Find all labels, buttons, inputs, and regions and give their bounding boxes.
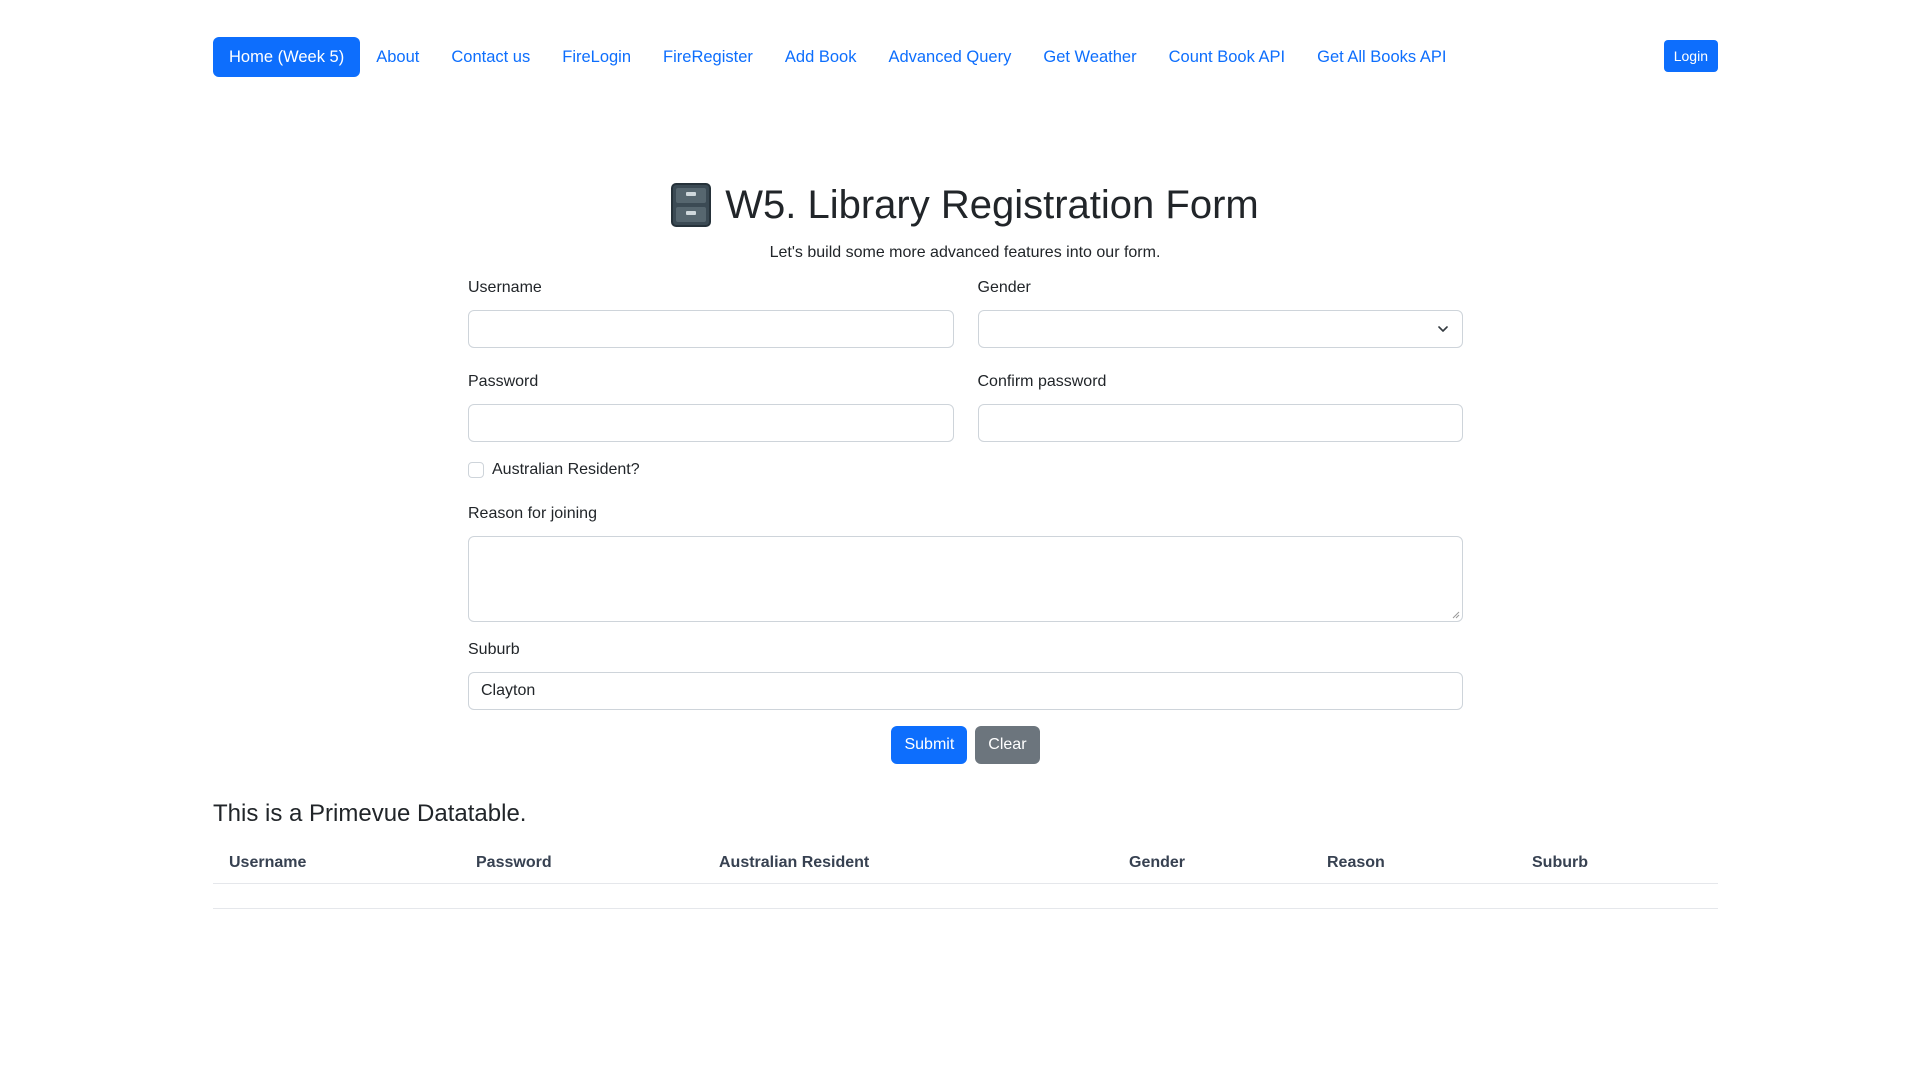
nav-item-fireregister[interactable]: FireRegister xyxy=(647,37,769,77)
clear-button[interactable]: Clear xyxy=(975,726,1040,764)
confirm-password-input[interactable] xyxy=(977,404,1463,442)
reason-textarea[interactable] xyxy=(468,536,1463,622)
username-label: Username xyxy=(468,279,542,296)
nav-item-home[interactable]: Home (Week 5) xyxy=(213,37,361,77)
australian-resident-label[interactable]: Australian Resident? xyxy=(492,458,640,482)
column-header-password[interactable]: Password xyxy=(460,854,703,872)
column-header-suburb[interactable]: Suburb xyxy=(1516,854,1716,872)
confirm-password-label: Confirm password xyxy=(977,373,1107,390)
nav-item-get-all-books-api[interactable]: Get All Books API xyxy=(1301,37,1462,77)
gender-group: Gender xyxy=(977,276,1463,348)
datatable-section: This is a Primevue Datatable. Username P… xyxy=(213,796,1718,909)
nav-item-advanced-query[interactable]: Advanced Query xyxy=(872,37,1027,77)
column-header-username[interactable]: Username xyxy=(213,854,460,872)
confirm-password-group: Confirm password xyxy=(977,370,1463,442)
username-group: Username xyxy=(468,276,954,348)
username-input[interactable] xyxy=(468,310,954,348)
file-cabinet-icon xyxy=(671,183,712,227)
page-subtitle: Let's build some more advanced features … xyxy=(769,244,1161,261)
reason-label: Reason for joining xyxy=(468,505,597,522)
nav-item-firelogin[interactable]: FireLogin xyxy=(546,37,647,77)
registration-form: Username Gender Password Confirm passwor… xyxy=(468,276,1463,764)
nav-item-about[interactable]: About xyxy=(360,37,435,77)
australian-resident-checkbox[interactable] xyxy=(468,462,484,478)
suburb-group: Suburb Clayton xyxy=(468,638,1463,710)
column-header-reason[interactable]: Reason xyxy=(1311,854,1516,872)
datatable-empty-body xyxy=(213,884,1718,909)
form-row-2: Password Confirm password xyxy=(468,370,1463,442)
form-actions: Submit Clear xyxy=(468,726,1463,764)
gender-select[interactable] xyxy=(977,310,1463,348)
resident-check-row: Australian Resident? xyxy=(468,458,1463,482)
gender-label: Gender xyxy=(977,279,1031,296)
column-header-gender[interactable]: Gender xyxy=(1113,854,1311,872)
password-label: Password xyxy=(468,373,539,390)
password-input[interactable] xyxy=(468,404,954,442)
page-title-text: W5. Library Registration Form xyxy=(725,183,1259,227)
page-header: W5. Library Registration Form Let's buil… xyxy=(0,176,1920,264)
nav-links: Home (Week 5) About Contact us FireLogin… xyxy=(213,37,1718,77)
form-row-1: Username Gender xyxy=(468,276,1463,348)
resize-grip-icon[interactable] xyxy=(1452,611,1460,619)
datatable-heading: This is a Primevue Datatable. xyxy=(213,800,527,827)
login-button[interactable]: Login xyxy=(1663,40,1718,72)
reason-group: Reason for joining xyxy=(468,502,1463,622)
nav-item-count-book-api[interactable]: Count Book API xyxy=(1153,37,1302,77)
submit-button[interactable]: Submit xyxy=(891,726,968,764)
suburb-input[interactable]: Clayton xyxy=(468,672,1463,710)
password-group: Password xyxy=(468,370,954,442)
nav-item-get-weather[interactable]: Get Weather xyxy=(1027,37,1152,77)
suburb-label: Suburb xyxy=(468,641,520,658)
page-title: W5. Library Registration Form xyxy=(671,176,1259,234)
chevron-down-icon xyxy=(1438,326,1448,332)
column-header-australian-resident[interactable]: Australian Resident xyxy=(703,854,1113,872)
nav-item-contact-us[interactable]: Contact us xyxy=(435,37,546,77)
datatable-header-row: Username Password Australian Resident Ge… xyxy=(213,842,1718,884)
nav-item-add-book[interactable]: Add Book xyxy=(769,37,873,77)
top-navbar: Home (Week 5) About Contact us FireLogin… xyxy=(213,37,1718,77)
